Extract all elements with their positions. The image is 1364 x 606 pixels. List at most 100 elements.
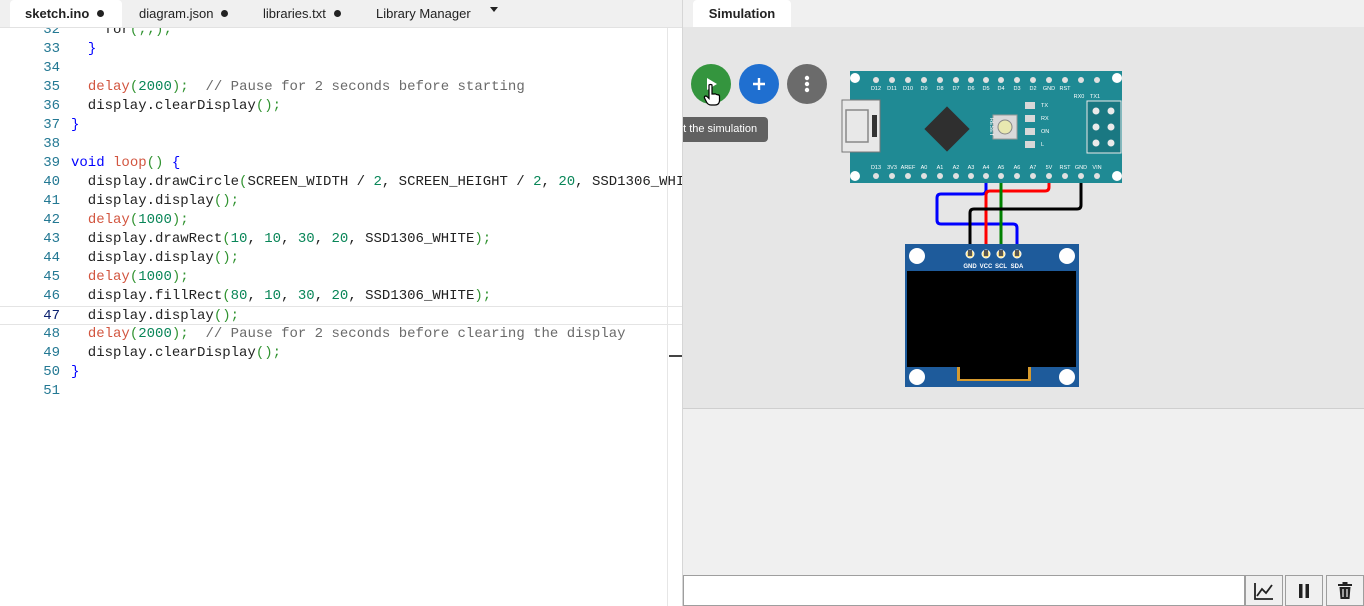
- code-line[interactable]: 51: [0, 382, 682, 401]
- pin-a0[interactable]: [921, 173, 927, 179]
- bottom-pin-header: [873, 173, 1100, 179]
- tab-libraries-txt[interactable]: libraries.txt: [263, 0, 341, 27]
- add-part-button[interactable]: [739, 64, 779, 104]
- pin-d6[interactable]: [968, 77, 974, 83]
- oled-pin-label: SDA: [1011, 264, 1024, 270]
- code-text: display.display();: [71, 193, 240, 209]
- code-line[interactable]: 40 display.drawCircle(SCREEN_WIDTH / 2, …: [0, 173, 682, 192]
- line-number: 33: [43, 41, 60, 57]
- oled-display-module[interactable]: GND VCC SCL SDA: [905, 244, 1079, 387]
- oled-pin-label: VCC: [980, 264, 993, 270]
- code-line[interactable]: 43 display.drawRect(10, 10, 30, 20, SSD1…: [0, 230, 682, 249]
- pin-3v3[interactable]: [889, 173, 895, 179]
- code-area[interactable]: 32 for(;;); 33 } 34 35 delay(2000); // Paus…: [0, 28, 682, 606]
- more-vert-icon: [804, 75, 810, 93]
- tab-sketch-ino[interactable]: sketch.ino: [10, 0, 122, 27]
- clear-button[interactable]: [1326, 575, 1364, 606]
- code-line[interactable]: 47 display.display();: [0, 306, 682, 325]
- pin-a5[interactable]: [998, 173, 1004, 179]
- led-label: RX: [1041, 116, 1049, 122]
- pin-vin[interactable]: [1094, 173, 1100, 179]
- pin-label: D11: [887, 86, 897, 92]
- pin-a4[interactable]: [983, 173, 989, 179]
- unsaved-dot-icon: [221, 10, 229, 17]
- tab-library-manager[interactable]: Library Manager: [376, 0, 471, 27]
- code-line[interactable]: 38: [0, 135, 682, 154]
- code-line[interactable]: 41 display.display();: [0, 192, 682, 211]
- pin-label: RX0: [1074, 94, 1085, 100]
- code-line[interactable]: 44 display.display();: [0, 249, 682, 268]
- code-line[interactable]: 46 display.fillRect(80, 10, 30, 20, SSD1…: [0, 287, 682, 306]
- pin-d9[interactable]: [921, 77, 927, 83]
- led-label: L: [1041, 142, 1044, 148]
- pin-d11[interactable]: [889, 77, 895, 83]
- pin-tx1[interactable]: [1094, 77, 1100, 83]
- tab-label: sketch.ino: [25, 6, 90, 21]
- pin-label: GND: [1043, 86, 1055, 92]
- pause-button[interactable]: [1285, 575, 1323, 606]
- pin-d2[interactable]: [1030, 77, 1036, 83]
- pin-label: A5: [998, 165, 1005, 171]
- line-number: 43: [43, 231, 60, 247]
- line-number: 32: [43, 28, 60, 38]
- more-options-button[interactable]: [787, 64, 827, 104]
- pin-d5[interactable]: [983, 77, 989, 83]
- pin-aref[interactable]: [905, 173, 911, 179]
- pin-label: GND: [1075, 165, 1087, 171]
- serial-input[interactable]: [683, 575, 1245, 606]
- pin-d4[interactable]: [998, 77, 1004, 83]
- oled-pin-label: GND: [963, 264, 977, 270]
- line-number: 42: [43, 212, 60, 228]
- plotter-button[interactable]: [1245, 575, 1283, 606]
- pin-label: D3: [1013, 86, 1020, 92]
- tab-overflow-dropdown-icon[interactable]: [490, 7, 498, 12]
- code-line[interactable]: 50}: [0, 363, 682, 382]
- pin-label: D7: [952, 86, 959, 92]
- pin-d3[interactable]: [1014, 77, 1020, 83]
- pin-d12[interactable]: [873, 77, 879, 83]
- code-line[interactable]: 32 for(;;);: [0, 28, 682, 40]
- line-number: 45: [43, 269, 60, 285]
- pin-label: A1: [937, 165, 944, 171]
- chart-icon: [1254, 582, 1273, 600]
- pin-d8[interactable]: [937, 77, 943, 83]
- code-text: void loop() {: [71, 155, 181, 171]
- pin-gnd[interactable]: [1078, 173, 1084, 179]
- pin-a3[interactable]: [968, 173, 974, 179]
- pin-label: 3V3: [887, 165, 897, 171]
- pin-rx0[interactable]: [1078, 77, 1084, 83]
- pin-a6[interactable]: [1014, 173, 1020, 179]
- pin-5v[interactable]: [1046, 173, 1052, 179]
- code-line[interactable]: 48 delay(2000); // Pause for 2 seconds b…: [0, 325, 682, 344]
- line-number: 40: [43, 174, 60, 190]
- pin-a7[interactable]: [1030, 173, 1036, 179]
- code-line[interactable]: 42 delay(1000);: [0, 211, 682, 230]
- tab-diagram-json[interactable]: diagram.json: [139, 0, 229, 27]
- serial-monitor-output: [683, 408, 1364, 576]
- code-text: }: [87, 41, 97, 57]
- led-label: TX: [1041, 103, 1048, 109]
- code-line[interactable]: 33 }: [0, 40, 682, 59]
- code-line[interactable]: 49 display.clearDisplay();: [0, 344, 682, 363]
- tab-simulation[interactable]: Simulation: [693, 0, 791, 27]
- code-line[interactable]: 36 display.clearDisplay();: [0, 97, 682, 116]
- pin-a2[interactable]: [953, 173, 959, 179]
- editor-scrollbar-marker[interactable]: [669, 355, 682, 357]
- pin-label: D4: [997, 86, 1004, 92]
- pin-rst[interactable]: [1062, 173, 1068, 179]
- code-line[interactable]: 39 void loop() {: [0, 154, 682, 173]
- code-line[interactable]: 35 delay(2000); // Pause for 2 seconds b…: [0, 78, 682, 97]
- line-number: 36: [43, 98, 60, 114]
- pin-a1[interactable]: [937, 173, 943, 179]
- code-line[interactable]: 45 delay(1000);: [0, 268, 682, 287]
- pin-rst[interactable]: [1062, 77, 1068, 83]
- pin-d10[interactable]: [905, 77, 911, 83]
- pin-d7[interactable]: [953, 77, 959, 83]
- simulation-canvas[interactable]: D12 D11 D10 D9 D8 D7 D6 D5 D4 D3 D2 GND RST RX0 TX1 D13…: [683, 27, 1364, 408]
- pin-d13[interactable]: [873, 173, 879, 179]
- arduino-nano-board[interactable]: D12 D11 D10 D9 D8 D7 D6 D5 D4 D3 D2 GND RSTRX0 TX1D13…: [841, 71, 1122, 183]
- code-line[interactable]: 34: [0, 59, 682, 78]
- line-number: 39: [43, 155, 60, 171]
- pin-gnd[interactable]: [1046, 77, 1052, 83]
- code-line[interactable]: 37}: [0, 116, 682, 135]
